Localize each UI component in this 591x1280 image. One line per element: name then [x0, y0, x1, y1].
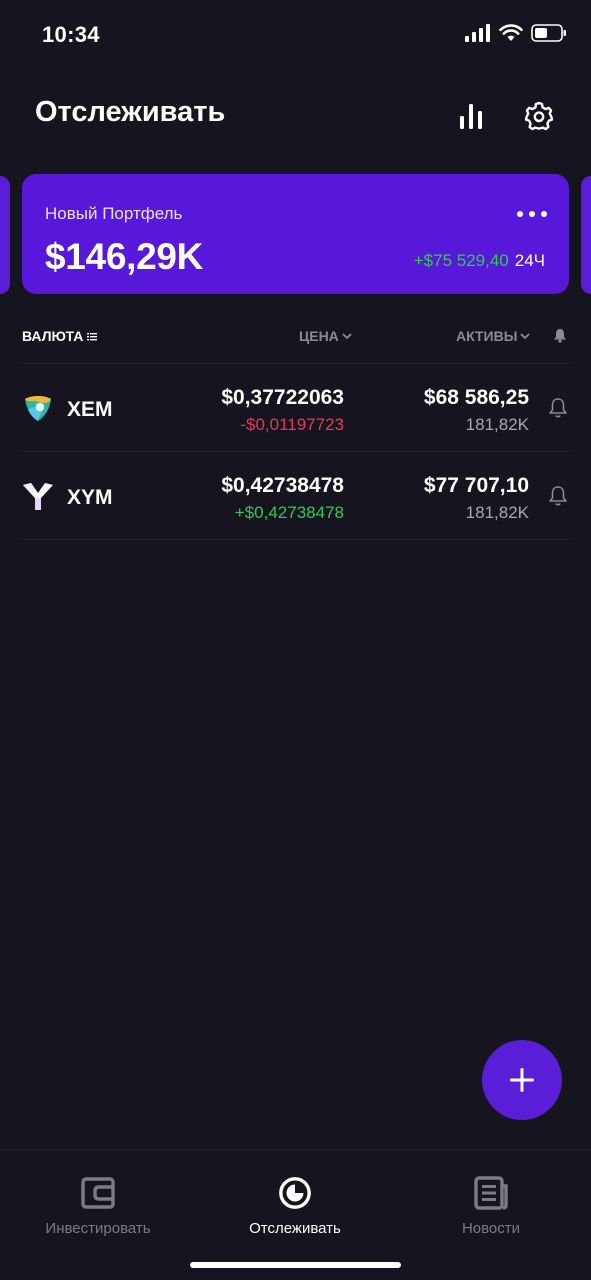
coin-symbol: XEM: [67, 398, 113, 421]
battery-icon: [531, 24, 566, 42]
add-coin-button[interactable]: [482, 1040, 562, 1120]
coin-holdings-value: $77 707,10: [423, 474, 529, 497]
bell-icon[interactable]: [548, 485, 568, 507]
gear-icon: [524, 101, 554, 131]
list-icon: [87, 332, 98, 340]
table-header: ВАЛЮТА ЦЕНА АКТИВЫ: [22, 328, 570, 352]
column-currency-label: ВАЛЮТА: [22, 328, 84, 344]
bottom-tab-bar: Инвестировать Отслеживать Новости: [0, 1149, 591, 1280]
portfolio-change-value: +$75 529,40: [413, 251, 509, 270]
alerts-column-button[interactable]: [553, 328, 567, 346]
page-header: Отслеживать: [0, 88, 591, 140]
page-title: Отслеживать: [35, 96, 226, 128]
news-icon: [474, 1176, 508, 1210]
portfolio-change: +$75 529,40 24Ч: [414, 251, 545, 271]
bar-chart-icon: [460, 104, 482, 129]
table-row[interactable]: XYM $0,42738478 +$0,42738478 $77 707,10 …: [22, 452, 570, 540]
tab-invest[interactable]: Инвестировать: [18, 1176, 178, 1246]
portfolio-card[interactable]: Новый Портфель $146,29K +$75 529,40 24Ч: [22, 174, 569, 294]
tab-track[interactable]: Отслеживать: [215, 1176, 375, 1246]
wifi-icon: [499, 24, 523, 41]
tab-news[interactable]: Новости: [411, 1176, 571, 1246]
next-card-peek[interactable]: [581, 176, 591, 294]
bell-icon: [554, 329, 566, 343]
coin-holdings-amount: 181,82K: [465, 503, 529, 522]
coin-price: $0,37722063: [221, 386, 344, 409]
coin-holdings-value: $68 586,25: [423, 386, 529, 409]
coin-symbol: XYM: [67, 486, 113, 509]
status-icons: [465, 24, 567, 42]
coin-price: $0,42738478: [221, 474, 344, 497]
sort-price-button[interactable]: ЦЕНА: [299, 328, 352, 344]
xem-logo-icon: [25, 396, 51, 421]
status-time: 10:34: [42, 22, 100, 47]
pie-chart-icon: [278, 1176, 312, 1210]
coin-price-change: +$0,42738478: [234, 503, 344, 522]
chevron-down-icon: [520, 332, 531, 339]
wallet-icon: [81, 1176, 115, 1210]
bell-icon[interactable]: [548, 397, 568, 419]
settings-button[interactable]: [519, 96, 559, 136]
previous-card-peek[interactable]: [0, 176, 10, 294]
coin-holdings-amount: 181,82K: [465, 415, 529, 434]
status-bar: 10:34: [0, 0, 591, 72]
home-indicator: [190, 1262, 401, 1268]
tab-label: Отслеживать: [249, 1220, 341, 1237]
sort-holdings-button[interactable]: АКТИВЫ: [456, 328, 531, 344]
more-options-icon[interactable]: [517, 204, 547, 224]
column-price-label: ЦЕНА: [299, 328, 339, 344]
table-row[interactable]: XEM $0,37722063 -$0,01197723 $68 586,25 …: [22, 364, 570, 452]
sort-currency-button[interactable]: ВАЛЮТА: [22, 328, 98, 344]
signal-icon: [465, 24, 490, 42]
divider: [22, 539, 570, 540]
stats-button[interactable]: [451, 96, 491, 136]
portfolio-value: $146,29K: [45, 236, 204, 277]
column-holdings-label: АКТИВЫ: [456, 328, 518, 344]
coin-price-change: -$0,01197723: [240, 415, 344, 434]
tab-label: Инвестировать: [45, 1220, 151, 1237]
portfolio-change-period: 24Ч: [514, 251, 545, 270]
tab-label: Новости: [461, 1220, 521, 1237]
chevron-down-icon: [342, 332, 352, 339]
portfolio-name: Новый Портфель: [45, 204, 183, 223]
xym-logo-icon: [23, 483, 53, 510]
plus-icon: [510, 1068, 534, 1092]
